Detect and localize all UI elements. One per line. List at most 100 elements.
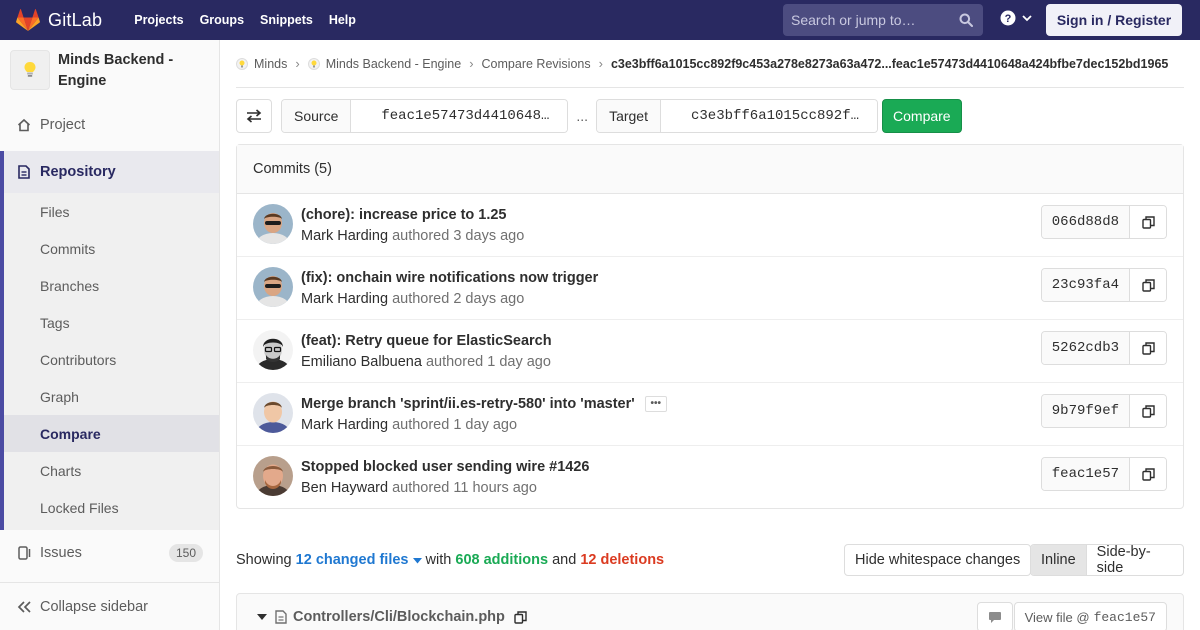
commit-author[interactable]: Mark Harding [301, 228, 388, 244]
commit-title[interactable]: (chore): increase price to 1.25 [301, 207, 507, 223]
hide-whitespace-button[interactable]: Hide whitespace changes [844, 544, 1032, 576]
collapse-sidebar-button[interactable]: Collapse sidebar [0, 582, 219, 630]
nav-links: Projects Groups Snippets Help [126, 0, 364, 40]
sidebar-subitem-locked-files[interactable]: Locked Files [4, 489, 219, 526]
commit-row: (fix): onchain wire notifications now tr… [237, 257, 1183, 320]
project-avatar-small [307, 57, 320, 70]
toggle-comments-button[interactable] [977, 602, 1013, 630]
view-file-button[interactable]: View file @ feac1e57 [1013, 602, 1167, 630]
commit-author[interactable]: Ben Hayward [301, 480, 388, 496]
commit-title-text[interactable]: Merge branch 'sprint/ii.es-retry-580' in… [301, 396, 635, 412]
search-icon [959, 13, 973, 27]
nav-groups[interactable]: Groups [192, 0, 252, 40]
gitlab-logo[interactable]: GitLab [16, 9, 102, 31]
svg-text:?: ? [1005, 13, 1012, 25]
question-circle-icon: ? [1000, 10, 1016, 26]
project-header[interactable]: Minds Backend - Engine [0, 40, 219, 100]
copy-sha-button[interactable] [1130, 206, 1166, 238]
commit-row: (feat): Retry queue for ElasticSearch Em… [237, 320, 1183, 383]
sidebar-item-project[interactable]: Project [0, 106, 219, 143]
diff-stats-bar: Showing 12 changed files with 608 additi… [236, 544, 1184, 576]
sidebar-subitem-branches[interactable]: Branches [4, 267, 219, 304]
gitlab-tanuki-icon [16, 9, 40, 31]
compare-button[interactable]: Compare [882, 99, 962, 133]
sidebar-subitem-graph[interactable]: Graph [4, 378, 219, 415]
commit-meta: Ben Hayward authored 11 hours ago [301, 480, 537, 496]
sidebar-item-repository[interactable]: Repository [4, 151, 219, 193]
view-file-sha: feac1e57 [1093, 609, 1156, 625]
copy-sha-button[interactable] [1130, 332, 1166, 364]
copy-icon[interactable] [514, 610, 527, 624]
nav-help[interactable]: Help [321, 0, 364, 40]
commit-sha[interactable]: feac1e57 [1041, 458, 1130, 490]
breadcrumb-minds[interactable]: Minds [236, 57, 287, 71]
main-content: Minds › Minds Backend - Engine › Compare… [236, 40, 1184, 630]
source-ref-dropdown[interactable]: feac1e57473d4410648… [351, 100, 568, 132]
commit-title[interactable]: (feat): Retry queue for ElasticSearch [301, 333, 552, 349]
commits-header: Commits (5) [237, 145, 1183, 194]
help-dropdown[interactable]: ? [1000, 10, 1033, 26]
diff-file-header: Controllers/Cli/Blockchain.php View file… [236, 593, 1184, 630]
diff-file-path[interactable]: Controllers/Cli/Blockchain.php [293, 609, 505, 625]
breadcrumb-compare-revisions[interactable]: Compare Revisions [482, 57, 591, 71]
commit-meta: Mark Harding authored 2 days ago [301, 291, 524, 307]
sidebar-subitem-tags[interactable]: Tags [4, 304, 219, 341]
commit-title[interactable]: Stopped blocked user sending wire #1426 [301, 459, 589, 475]
expand-message-button[interactable]: ••• [644, 396, 667, 412]
changed-files-dropdown[interactable]: 12 changed files [296, 552, 422, 568]
sidebar-subitem-commits[interactable]: Commits [4, 230, 219, 267]
commit-author[interactable]: Emiliano Balbuena [301, 354, 422, 370]
nav-projects[interactable]: Projects [126, 0, 191, 40]
breadcrumb-label: Minds [254, 56, 288, 71]
commit-sha-group: 5262cdb3 [1040, 331, 1167, 365]
commit-time: 2 days ago [453, 291, 525, 307]
commit-title[interactable]: (fix): onchain wire notifications now tr… [301, 270, 598, 286]
avatar[interactable] [253, 330, 293, 370]
commit-sha[interactable]: 9b79f9ef [1041, 395, 1130, 427]
stats-and: and [552, 552, 577, 568]
commit-sha-group: 23c93fa4 [1040, 268, 1167, 302]
additions-count: 608 additions [455, 552, 549, 568]
sidebar-subitem-contributors[interactable]: Contributors [4, 341, 219, 378]
avatar[interactable] [253, 267, 293, 307]
commit-time: 1 day ago [453, 417, 518, 433]
sidebar-subitem-charts[interactable]: Charts [4, 452, 219, 489]
brand-name: GitLab [48, 9, 103, 30]
commit-meta: Emiliano Balbuena authored 1 day ago [301, 354, 551, 370]
breadcrumb-project[interactable]: Minds Backend - Engine [307, 57, 461, 71]
commit-sha[interactable]: 5262cdb3 [1041, 332, 1130, 364]
sidebar: Minds Backend - Engine Project Repositor… [0, 40, 220, 630]
copy-sha-button[interactable] [1130, 269, 1166, 301]
caret-down-icon[interactable] [257, 613, 267, 621]
commit-author[interactable]: Mark Harding [301, 417, 388, 433]
stats-with: with [425, 552, 452, 568]
sidebar-item-issues[interactable]: Issues 150 [0, 534, 219, 571]
project-name: Minds Backend - Engine [58, 52, 174, 89]
side-by-side-view-button[interactable]: Side-by-side [1087, 545, 1183, 575]
copy-icon [1141, 341, 1155, 355]
commits-list: Commits (5) (chore): increase price to 1… [236, 144, 1184, 509]
swap-revisions-button[interactable] [236, 99, 272, 133]
copy-sha-button[interactable] [1130, 458, 1166, 490]
commit-sha[interactable]: 23c93fa4 [1041, 269, 1130, 301]
avatar[interactable] [253, 456, 293, 496]
inline-view-button[interactable]: Inline [1031, 545, 1087, 575]
commit-author[interactable]: Mark Harding [301, 291, 388, 307]
avatar[interactable] [253, 393, 293, 433]
commit-meta: Mark Harding authored 1 day ago [301, 417, 517, 433]
avatar[interactable] [253, 204, 293, 244]
commit-row: Merge branch 'sprint/ii.es-retry-580' in… [237, 383, 1183, 446]
nav-snippets[interactable]: Snippets [252, 0, 321, 40]
copy-icon [1141, 404, 1155, 418]
sign-in-button[interactable]: Sign in / Register [1046, 4, 1182, 36]
caret-down-icon [412, 558, 422, 564]
copy-icon [1141, 467, 1155, 481]
copy-sha-button[interactable] [1130, 395, 1166, 427]
commit-sha[interactable]: 066d88d8 [1041, 206, 1130, 238]
search-input[interactable] [791, 12, 951, 28]
chevron-down-icon [1022, 15, 1032, 22]
sidebar-subitem-files[interactable]: Files [4, 193, 219, 230]
file-icon [275, 610, 287, 624]
target-ref-dropdown[interactable]: c3e3bff6a1015cc892f… [660, 100, 878, 132]
sidebar-subitem-compare[interactable]: Compare [4, 415, 219, 452]
